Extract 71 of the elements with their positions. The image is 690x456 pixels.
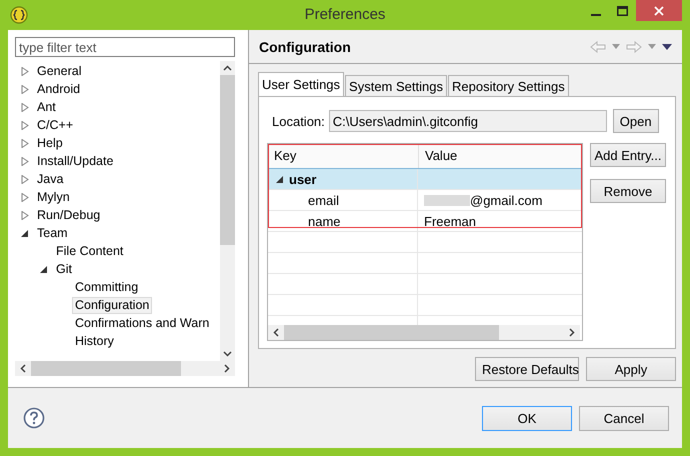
view-menu-icon[interactable] xyxy=(662,44,672,50)
scroll-up-chevron-icon[interactable] xyxy=(223,65,232,71)
forward-arrow-icon[interactable] xyxy=(626,40,642,52)
tree-item[interactable]: History xyxy=(72,332,117,350)
tree-item[interactable]: Java xyxy=(34,170,66,188)
tree-item[interactable]: Committing xyxy=(72,278,142,296)
column-header[interactable]: Key xyxy=(268,144,419,168)
expanded-triangle-icon[interactable] xyxy=(276,174,284,184)
collapsed-triangle-icon[interactable] xyxy=(21,192,29,202)
tree-item[interactable]: Configuration xyxy=(72,296,152,314)
close-icon xyxy=(654,6,664,16)
restore-defaults-button[interactable]: Restore Defaults xyxy=(475,357,579,381)
cancel-button[interactable]: Cancel xyxy=(579,406,669,430)
scroll-right-chevron-icon[interactable] xyxy=(569,328,575,337)
tree-item[interactable]: Mylyn xyxy=(34,188,73,206)
table-cell: Freeman xyxy=(424,214,476,228)
collapsed-triangle-icon[interactable] xyxy=(21,120,29,130)
tree-item[interactable]: File Content xyxy=(53,242,126,260)
table-cell: name xyxy=(308,214,341,228)
scroll-right-chevron-icon[interactable] xyxy=(224,364,230,373)
scroll-down-chevron-icon[interactable] xyxy=(223,351,232,357)
tree-item[interactable]: Help xyxy=(34,134,66,152)
collapsed-triangle-icon[interactable] xyxy=(21,102,29,112)
ok-button[interactable]: OK xyxy=(482,406,572,430)
add-entry-button[interactable]: Add Entry... xyxy=(590,143,666,167)
collapsed-triangle-icon[interactable] xyxy=(21,174,29,184)
scroll-left-chevron-icon[interactable] xyxy=(273,328,279,337)
location-label: Location: xyxy=(272,114,325,128)
minimize-icon xyxy=(590,14,600,16)
table-cell: email xyxy=(308,192,340,208)
remove-button[interactable]: Remove xyxy=(590,179,666,203)
collapsed-triangle-icon[interactable] xyxy=(21,210,29,220)
table-cell: user xyxy=(289,172,316,186)
tree-item[interactable]: Confirmations and Warn xyxy=(72,314,212,332)
horizontal-scrollbar[interactable] xyxy=(268,325,580,340)
dropdown-caret-icon[interactable] xyxy=(648,44,656,49)
tab[interactable]: Repository Settings xyxy=(448,75,569,96)
filter-field[interactable]: type filter text xyxy=(15,37,235,57)
app-icon xyxy=(10,6,28,24)
collapsed-triangle-icon[interactable] xyxy=(21,66,29,76)
collapsed-triangle-icon[interactable] xyxy=(21,138,29,148)
window-title: Preferences xyxy=(304,6,386,23)
close-button[interactable] xyxy=(636,0,682,21)
collapsed-triangle-icon[interactable] xyxy=(21,84,29,94)
horizontal-scrollbar[interactable] xyxy=(15,361,235,376)
tree-item[interactable]: Install/Update xyxy=(34,152,116,170)
back-arrow-icon[interactable] xyxy=(590,40,606,52)
tree-item[interactable]: C/C++ xyxy=(34,116,76,134)
expanded-triangle-icon[interactable] xyxy=(21,228,29,238)
page-title: Configuration xyxy=(259,38,351,54)
help-icon[interactable] xyxy=(23,407,45,429)
maximize-icon xyxy=(617,6,628,16)
apply-button[interactable]: Apply xyxy=(586,357,676,381)
collapsed-triangle-icon[interactable] xyxy=(21,156,29,166)
tree-item[interactable]: Ant xyxy=(34,98,59,116)
dropdown-caret-icon[interactable] xyxy=(612,44,620,49)
tree-item[interactable]: Run/Debug xyxy=(34,206,104,224)
tree-item[interactable]: Android xyxy=(34,80,84,98)
tree-item[interactable]: General xyxy=(34,62,84,80)
table-cell: @gmail.com xyxy=(470,192,542,208)
tree-item[interactable]: Team xyxy=(34,224,71,242)
tree-item[interactable]: Git xyxy=(53,260,75,278)
scroll-left-chevron-icon[interactable] xyxy=(20,364,26,373)
selected-row[interactable]: user xyxy=(268,169,582,190)
tab[interactable]: System Settings xyxy=(345,75,447,96)
vertical-scrollbar[interactable] xyxy=(220,61,235,361)
column-header[interactable]: Value xyxy=(419,144,464,168)
tab[interactable]: User Settings xyxy=(258,72,344,96)
open-button[interactable]: Open xyxy=(612,109,659,133)
location-field[interactable]: C:\Users\admin\.gitconfig xyxy=(328,110,607,132)
expanded-triangle-icon[interactable] xyxy=(40,264,48,274)
